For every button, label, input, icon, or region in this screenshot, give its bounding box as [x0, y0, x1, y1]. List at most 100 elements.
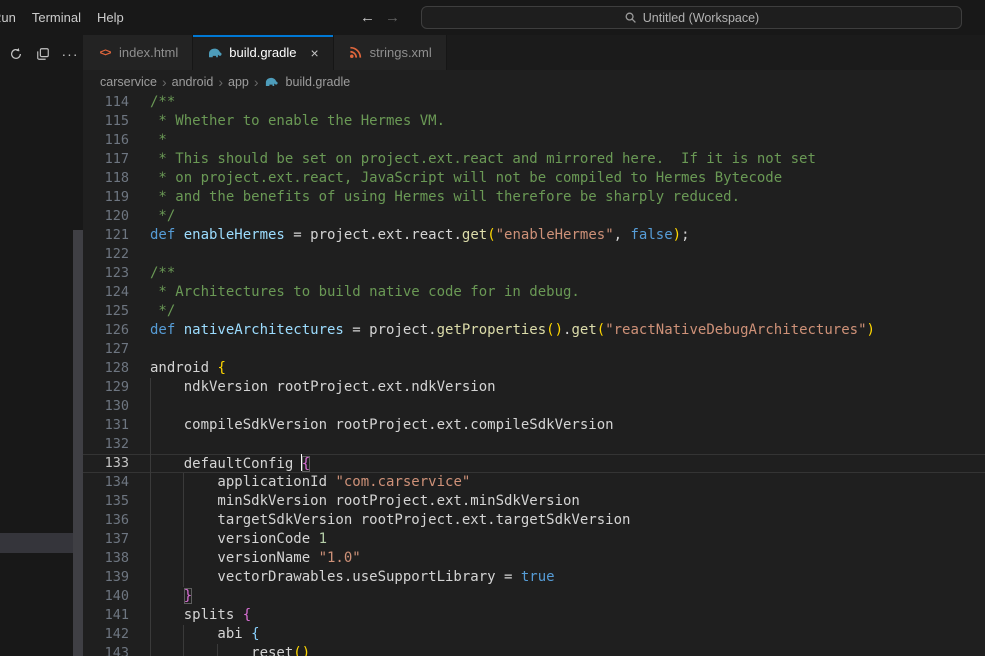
code-editor[interactable]: 114/**115 * Whether to enable the Hermes… [83, 93, 985, 656]
line-number[interactable]: 130 [83, 397, 150, 416]
line-number[interactable]: 126 [83, 321, 150, 340]
panel-scrollbar[interactable] [73, 230, 83, 656]
code-line[interactable]: 120 */ [83, 207, 985, 226]
chevron-right-icon: › [218, 74, 223, 90]
code-line[interactable]: 128android { [83, 359, 985, 378]
code-text: } [150, 587, 192, 606]
code-line[interactable]: 127 [83, 340, 985, 359]
search-icon [624, 11, 637, 24]
forward-arrow-icon[interactable]: → [385, 10, 400, 25]
code-line[interactable]: 122 [83, 245, 985, 264]
code-line[interactable]: 136 targetSdkVersion rootProject.ext.tar… [83, 511, 985, 530]
line-number[interactable]: 135 [83, 492, 150, 511]
line-number[interactable]: 115 [83, 112, 150, 131]
code-line[interactable]: 117 * This should be set on project.ext.… [83, 150, 985, 169]
line-number[interactable]: 117 [83, 150, 150, 169]
indent-guide [150, 625, 151, 644]
line-number[interactable]: 127 [83, 340, 150, 359]
reload-icon[interactable] [7, 45, 25, 63]
code-line[interactable]: 135 minSdkVersion rootProject.ext.minSdk… [83, 492, 985, 511]
line-number[interactable]: 137 [83, 530, 150, 549]
code-line[interactable]: 142 abi { [83, 625, 985, 644]
code-line[interactable]: 138 versionName "1.0" [83, 549, 985, 568]
line-number[interactable]: 124 [83, 283, 150, 302]
code-text: def nativeArchitectures = project.getPro… [150, 321, 875, 340]
line-number[interactable]: 116 [83, 131, 150, 150]
code-line[interactable]: 119 * and the benefits of using Hermes w… [83, 188, 985, 207]
line-number[interactable]: 138 [83, 549, 150, 568]
line-number[interactable]: 134 [83, 473, 150, 492]
code-line[interactable]: 133 defaultConfig { [83, 454, 985, 473]
code-line[interactable]: 141 splits { [83, 606, 985, 625]
code-line[interactable]: 129 ndkVersion rootProject.ext.ndkVersio… [83, 378, 985, 397]
gradle-file-icon [207, 45, 223, 61]
xml-file-icon [348, 45, 364, 61]
line-number[interactable]: 120 [83, 207, 150, 226]
code-lines: 114/**115 * Whether to enable the Hermes… [83, 93, 985, 656]
code-line[interactable]: 134 applicationId "com.carservice" [83, 473, 985, 492]
line-number[interactable]: 136 [83, 511, 150, 530]
close-icon[interactable]: × [310, 46, 318, 60]
indent-guide [150, 587, 151, 606]
code-line[interactable]: 123/** [83, 264, 985, 283]
search-input[interactable]: Untitled (Workspace) [421, 6, 962, 29]
code-text: * and the benefits of using Hermes will … [150, 188, 740, 207]
line-number[interactable]: 141 [83, 606, 150, 625]
line-number[interactable]: 132 [83, 435, 150, 454]
breadcrumb-item[interactable]: app [228, 75, 249, 89]
line-number[interactable]: 125 [83, 302, 150, 321]
code-text: minSdkVersion rootProject.ext.minSdkVers… [150, 492, 580, 511]
code-line[interactable]: 118 * on project.ext.react, JavaScript w… [83, 169, 985, 188]
code-line[interactable]: 116 * [83, 131, 985, 150]
code-text: */ [150, 302, 175, 321]
menu-terminal[interactable]: Terminal [24, 10, 89, 25]
code-line[interactable]: 143 reset() [83, 644, 985, 656]
line-number[interactable]: 133 [83, 454, 150, 473]
line-number[interactable]: 142 [83, 625, 150, 644]
line-number[interactable]: 119 [83, 188, 150, 207]
line-number[interactable]: 121 [83, 226, 150, 245]
code-text: * Whether to enable the Hermes VM. [150, 112, 445, 131]
indent-guide [150, 397, 151, 416]
line-number[interactable]: 139 [83, 568, 150, 587]
code-line[interactable]: 121def enableHermes = project.ext.react.… [83, 226, 985, 245]
breadcrumb-item[interactable]: carservice [100, 75, 157, 89]
menu-run[interactable]: Run [0, 10, 24, 25]
code-line[interactable]: 126def nativeArchitectures = project.get… [83, 321, 985, 340]
chevron-right-icon: › [254, 74, 259, 90]
line-number[interactable]: 122 [83, 245, 150, 264]
back-arrow-icon[interactable]: ← [360, 10, 375, 25]
code-line[interactable]: 137 versionCode 1 [83, 530, 985, 549]
list-item-selected[interactable] [0, 533, 73, 553]
code-line[interactable]: 124 * Architectures to build native code… [83, 283, 985, 302]
breadcrumb-item[interactable]: android [172, 75, 214, 89]
left-panel: ··· [0, 35, 83, 656]
more-actions-icon[interactable]: ··· [61, 45, 79, 63]
menu-help[interactable]: Help [89, 10, 132, 25]
code-line[interactable]: 115 * Whether to enable the Hermes VM. [83, 112, 985, 131]
indent-guide [217, 644, 218, 656]
split-editor-icon[interactable] [34, 45, 52, 63]
code-line[interactable]: 125 */ [83, 302, 985, 321]
line-number[interactable]: 118 [83, 169, 150, 188]
breadcrumb-item[interactable]: build.gradle [286, 75, 351, 89]
tab-strings-xml[interactable]: strings.xml [334, 35, 447, 70]
line-number[interactable]: 131 [83, 416, 150, 435]
line-number[interactable]: 129 [83, 378, 150, 397]
line-number[interactable]: 143 [83, 644, 150, 656]
code-line[interactable]: 140 } [83, 587, 985, 606]
tab-build-gradle[interactable]: build.gradle × [193, 35, 333, 70]
left-panel-toolbar: ··· [0, 35, 83, 65]
tab-label: build.gradle [229, 45, 296, 60]
code-line[interactable]: 130 [83, 397, 985, 416]
line-number[interactable]: 140 [83, 587, 150, 606]
code-line[interactable]: 139 vectorDrawables.useSupportLibrary = … [83, 568, 985, 587]
tab-index-html[interactable]: <> index.html [83, 35, 193, 70]
line-number[interactable]: 128 [83, 359, 150, 378]
menu-bar: Run Terminal Help [0, 0, 132, 35]
code-line[interactable]: 131 compileSdkVersion rootProject.ext.co… [83, 416, 985, 435]
code-line[interactable]: 114/** [83, 93, 985, 112]
code-line[interactable]: 132 [83, 435, 985, 454]
line-number[interactable]: 123 [83, 264, 150, 283]
line-number[interactable]: 114 [83, 93, 150, 112]
